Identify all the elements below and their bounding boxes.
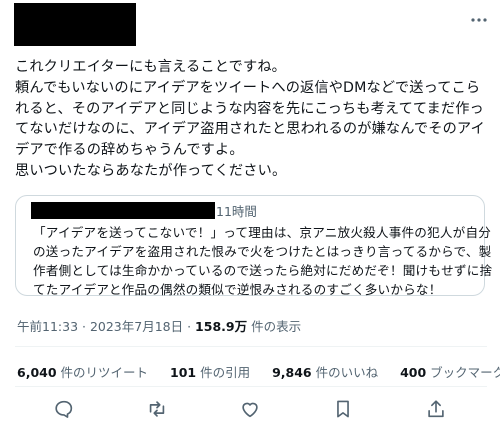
bookmarks-stat[interactable]: 400 ブックマーク: [400, 362, 500, 381]
quotes-label: 件の引用: [196, 365, 251, 380]
quoted-tweet-text: 「アイデアを送ってこないで！」って理由は、京アニ放火殺人事件の犯人が自分 の送っ…: [33, 223, 493, 299]
quote-line: の送ったアイデアを盗用された恨みで火をつけたとはっきり言ってるからで、製: [33, 244, 492, 259]
bookmark-icon[interactable]: [332, 398, 354, 420]
like-icon[interactable]: [239, 398, 261, 420]
share-icon[interactable]: [425, 398, 447, 420]
redacted-quoted-author: [31, 202, 215, 219]
retweets-count: 6,040: [17, 365, 57, 380]
quoted-tweet-time[interactable]: 11時間: [216, 201, 257, 220]
redacted-author-name: [14, 3, 136, 46]
reply-icon[interactable]: [53, 398, 75, 420]
tweet-text: これクリエイターにも言えることですね。 頼んでもいないのにアイデアをツイートへの…: [15, 57, 487, 182]
tweet-line: これクリエイターにも言えることですね。: [15, 59, 286, 75]
post-time[interactable]: 午前11:33: [17, 319, 78, 334]
bookmarks-label: ブックマーク: [426, 365, 500, 380]
meta-separator: ·: [183, 319, 196, 334]
meta-separator: ·: [78, 319, 90, 334]
action-bar: [0, 396, 500, 424]
tweet-line: デアで作るの辞めちゃうんですよ。: [15, 142, 244, 159]
post-date[interactable]: 2023年7月18日: [90, 319, 183, 334]
likes-label: 件のいいね: [311, 365, 379, 380]
quote-line: 「アイデアを送ってこないで！」って理由は、京アニ放火殺人事件の犯人が自分: [33, 225, 492, 240]
divider: [15, 346, 487, 347]
quoted-tweet[interactable]: 11時間 「アイデアを送ってこないで！」って理由は、京アニ放火殺人事件の犯人が自…: [15, 195, 493, 299]
bookmarks-count: 400: [400, 365, 427, 380]
retweets-stat[interactable]: 6,040 件のリツイート: [17, 362, 148, 381]
likes-count: 9,846: [272, 365, 312, 380]
engagement-stats: 6,040 件のリツイート 101 件の引用 9,846 件のいいね 400 ブ…: [17, 362, 500, 381]
tweet-meta: 午前11:33 · 2023年7月18日 · 158.9万 件の表示: [17, 316, 301, 335]
quotes-stat[interactable]: 101 件の引用: [170, 362, 250, 381]
retweets-label: 件のリツイート: [56, 365, 149, 380]
quote-line: 作者側としては生命かかっているので送ったら絶対にだめだぞ！聞けもせずに捨: [33, 263, 493, 278]
tweet-line: 思いついたならあなたが作ってください。: [15, 162, 287, 179]
view-count: 158.9万: [195, 319, 248, 334]
tweet-line: 頼んでもいないのにアイデアをツイートへの返信やDMなどで送ってこら: [15, 79, 481, 96]
view-label: 件の表示: [247, 319, 302, 334]
tweet-line: れると、そのアイデアと同じような内容を先にこっちも考えててまだ作っ: [15, 100, 484, 117]
likes-stat[interactable]: 9,846 件のいいね: [272, 362, 378, 381]
retweet-icon[interactable]: [146, 398, 168, 420]
divider: [15, 386, 487, 387]
quotes-count: 101: [170, 365, 197, 380]
quote-line: てたアイデアと作品の偶然の類似で逆恨みされるのすごく多いからな！: [33, 282, 442, 297]
more-options-icon[interactable]: [470, 12, 488, 28]
tweet-line: てないだけなのに、アイデア盗用されたと思われるのが嫌なんでそのアイ: [15, 121, 485, 138]
